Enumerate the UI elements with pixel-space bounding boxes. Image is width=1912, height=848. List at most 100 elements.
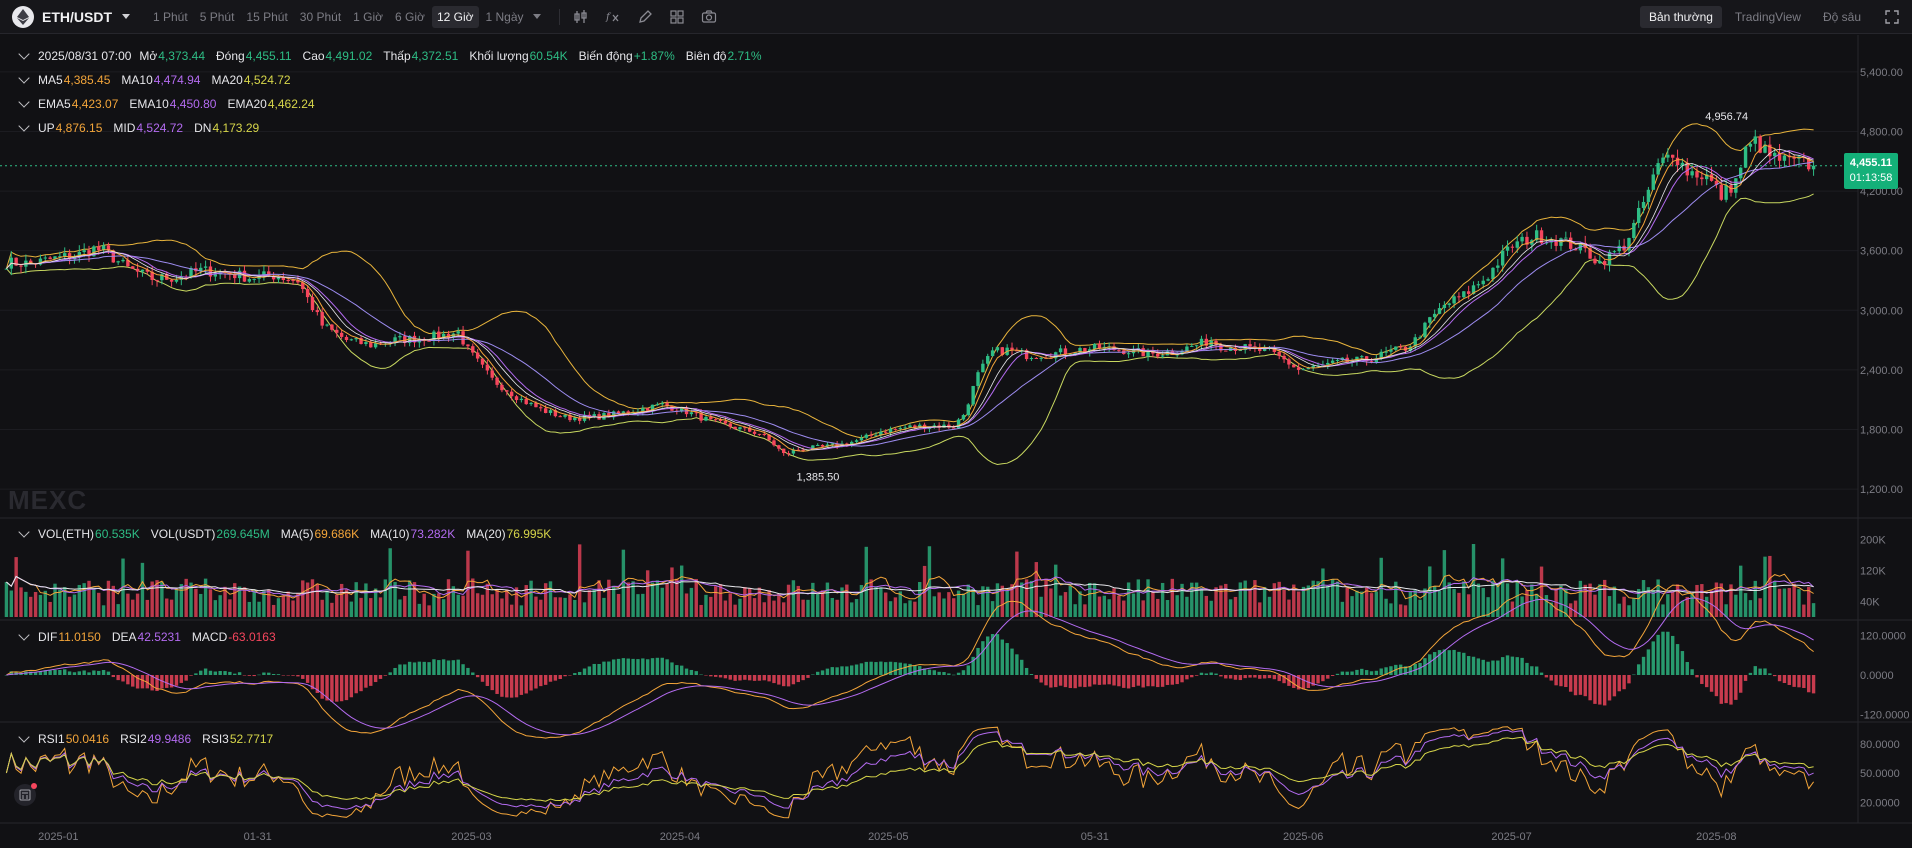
collapse-chevron-icon[interactable] — [18, 48, 30, 60]
candle-body — [1190, 345, 1194, 347]
collapse-chevron-icon[interactable] — [18, 96, 30, 108]
candle-body — [509, 391, 514, 397]
candle-body — [786, 453, 791, 455]
candle-body — [461, 331, 465, 345]
more-intervals-icon[interactable] — [532, 14, 541, 19]
candle — [1447, 302, 1451, 308]
candle-body — [723, 420, 728, 424]
interval-15m[interactable]: 15 Phút — [241, 6, 292, 28]
collapse-chevron-icon[interactable] — [18, 526, 30, 538]
volume-bar — [1442, 550, 1447, 617]
candle — [961, 413, 966, 421]
change-value: +1.87% — [633, 49, 675, 63]
price-axis-label: 3,600.00 — [1860, 246, 1903, 258]
macd-axis-label: 120.0000 — [1860, 630, 1906, 642]
camera-icon[interactable] — [700, 8, 718, 26]
candle-body — [543, 408, 548, 413]
macd-bar — [403, 664, 407, 675]
candle-body — [952, 427, 956, 429]
indicator-settings-button[interactable] — [14, 783, 37, 806]
macd-bar — [670, 662, 674, 675]
candle — [364, 338, 368, 347]
interval-1m[interactable]: 1 Phút — [148, 6, 193, 28]
candle-type-icon[interactable] — [572, 8, 590, 26]
macd-bar — [1044, 675, 1048, 686]
volume-bar — [932, 596, 936, 617]
candle-body — [1476, 284, 1481, 286]
macd-bar — [1612, 675, 1617, 697]
volume-bar — [811, 582, 815, 617]
macd-bar — [1374, 670, 1379, 675]
candle-body — [310, 297, 315, 311]
boll-up-label: UP — [38, 121, 55, 135]
interval-5m[interactable]: 5 Phút — [195, 6, 240, 28]
interval-12h[interactable]: 12 Giờ — [431, 5, 479, 28]
macd-bar — [1670, 635, 1675, 675]
candle-body — [1675, 157, 1680, 166]
candle-body — [709, 417, 713, 420]
macd-bar — [1432, 652, 1437, 675]
fullscreen-icon[interactable] — [1884, 9, 1900, 25]
tab-standard-view[interactable]: Bản thường — [1639, 6, 1722, 28]
macd-bar — [1787, 675, 1791, 685]
volume-bar — [665, 583, 669, 617]
candle-body — [63, 253, 67, 257]
tab-depth[interactable]: Độ sâu — [1814, 6, 1870, 28]
layout-grid-icon[interactable] — [668, 8, 686, 26]
ma5-label: MA5 — [38, 73, 63, 87]
macd-bar — [1428, 654, 1432, 675]
volume-bar — [315, 583, 320, 617]
candle — [1486, 277, 1490, 282]
collapse-chevron-icon[interactable] — [18, 629, 30, 641]
macd-bar — [806, 675, 810, 678]
macd-bar — [1704, 675, 1709, 688]
macd-bar — [1277, 675, 1281, 682]
volume-bar — [854, 599, 859, 617]
collapse-chevron-icon[interactable] — [18, 120, 30, 132]
symbol-dropdown-icon[interactable] — [122, 14, 130, 19]
candle-body — [135, 268, 140, 272]
macd-bar — [1554, 675, 1558, 686]
macd-bar — [514, 675, 519, 698]
macd-bar — [786, 675, 791, 687]
ma20-value: 4,524.72 — [243, 73, 291, 87]
mexc-watermark: MEXC — [8, 485, 88, 515]
candle-body — [1194, 345, 1199, 347]
candle-body — [1199, 338, 1204, 346]
candle-body — [757, 433, 762, 435]
macd-bar — [398, 664, 402, 675]
symbol-selector[interactable]: ETH/USDT — [12, 5, 130, 28]
candle — [1656, 158, 1660, 175]
candle — [1554, 234, 1558, 252]
time-axis-label: 05-31 — [1081, 831, 1109, 843]
macd-bar — [1651, 641, 1655, 675]
macd-bar — [1607, 675, 1612, 701]
interval-30m[interactable]: 30 Phút — [295, 6, 346, 28]
macd-bar — [592, 663, 596, 675]
volume-bar — [271, 604, 276, 617]
volume-bar — [475, 593, 480, 617]
collapse-chevron-icon[interactable] — [18, 72, 30, 84]
draw-pencil-icon[interactable] — [636, 8, 654, 26]
candle-body — [738, 427, 742, 430]
candle-body — [869, 434, 873, 436]
interval-6h[interactable]: 6 Giờ — [390, 6, 430, 28]
candle-body — [1277, 351, 1281, 356]
macd-bar — [1505, 655, 1510, 675]
dea-label: DEA — [111, 630, 137, 644]
interval-1d[interactable]: 1 Ngày — [481, 6, 529, 28]
macd-bar — [723, 675, 728, 679]
volume-bar — [1622, 596, 1626, 617]
macd-bar — [1005, 643, 1009, 675]
indicators-icon[interactable]: f — [604, 8, 622, 26]
tab-tradingview[interactable]: TradingView — [1726, 6, 1810, 28]
macd-bar — [738, 675, 742, 681]
volume-bar — [325, 590, 329, 617]
volume-bar — [1787, 588, 1791, 617]
collapse-chevron-icon[interactable] — [18, 731, 30, 743]
macd-bar — [1039, 675, 1043, 683]
candle-body — [830, 443, 834, 445]
interval-1h[interactable]: 1 Giờ — [348, 6, 388, 28]
kline-chart[interactable]: 4,956.741,385.505,400.004,800.004,200.00… — [0, 35, 1912, 848]
volume-bar — [645, 570, 650, 617]
